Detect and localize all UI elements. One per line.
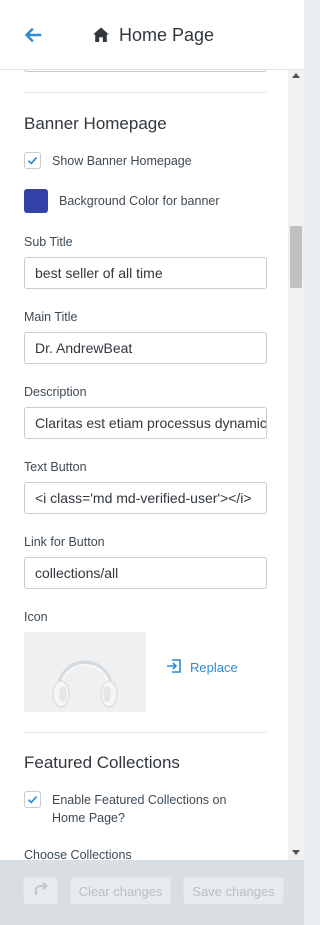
headphones-image <box>24 632 146 712</box>
background-color-swatch[interactable] <box>24 189 48 213</box>
scroll-down-icon[interactable] <box>292 850 300 855</box>
clear-changes-button[interactable]: Clear changes <box>70 877 171 905</box>
text-button-label: Text Button <box>24 460 87 474</box>
show-banner-checkbox[interactable] <box>24 152 41 169</box>
replace-button[interactable]: Replace <box>166 658 238 677</box>
divider <box>24 732 267 733</box>
link-button-input[interactable]: collections/all <box>24 557 267 589</box>
redo-button[interactable] <box>23 877 58 905</box>
background-color-row: Background Color for banner <box>24 189 220 213</box>
page-title: Home Page <box>92 24 214 46</box>
replace-label: Replace <box>190 660 238 675</box>
enable-featured-label: Enable Featured Collections on Home Page… <box>52 793 227 825</box>
footer-toolbar: Clear changes Save changes <box>0 860 304 925</box>
main-title-input[interactable]: Dr. AndrewBeat <box>24 332 267 364</box>
replace-icon <box>166 658 182 677</box>
main-title-label: Main Title <box>24 310 78 324</box>
checkmark-icon <box>27 157 38 165</box>
home-icon <box>92 26 110 44</box>
sub-title-input[interactable]: best seller of all time <box>24 257 267 289</box>
featured-section-heading: Featured Collections <box>24 753 180 772</box>
background-color-label: Background Color for banner <box>59 194 220 208</box>
show-banner-checkbox-row[interactable]: Show Banner Homepage <box>24 152 192 170</box>
settings-panel[interactable]: Banner Homepage Show Banner Homepage Bac… <box>0 70 288 860</box>
icon-label: Icon <box>24 610 48 624</box>
enable-featured-checkbox-row[interactable]: Enable Featured Collections on Home Page… <box>24 791 267 827</box>
scrollbar[interactable] <box>288 70 304 860</box>
scroll-up-icon[interactable] <box>292 73 300 78</box>
previous-field-input[interactable] <box>24 70 267 72</box>
header: Home Page <box>0 0 304 70</box>
show-banner-label: Show Banner Homepage <box>52 154 192 168</box>
link-button-label: Link for Button <box>24 535 105 549</box>
sub-title-label: Sub Title <box>24 235 73 249</box>
text-button-input[interactable]: <i class='md md-verified-user'></i> <box>24 482 267 514</box>
choose-collections-label: Choose Collections <box>24 848 132 860</box>
redo-icon <box>32 881 50 902</box>
checkmark-icon <box>27 796 38 804</box>
scrollbar-thumb[interactable] <box>290 226 302 288</box>
description-label: Description <box>24 385 87 399</box>
banner-section-heading: Banner Homepage <box>24 114 167 133</box>
page-title-text: Home Page <box>119 24 215 45</box>
enable-featured-checkbox[interactable] <box>24 791 41 808</box>
description-input[interactable]: Claritas est etiam processus dynamicus <box>24 407 267 439</box>
divider <box>24 92 267 93</box>
save-changes-button[interactable]: Save changes <box>183 877 284 905</box>
arrow-left-icon[interactable] <box>22 24 44 46</box>
